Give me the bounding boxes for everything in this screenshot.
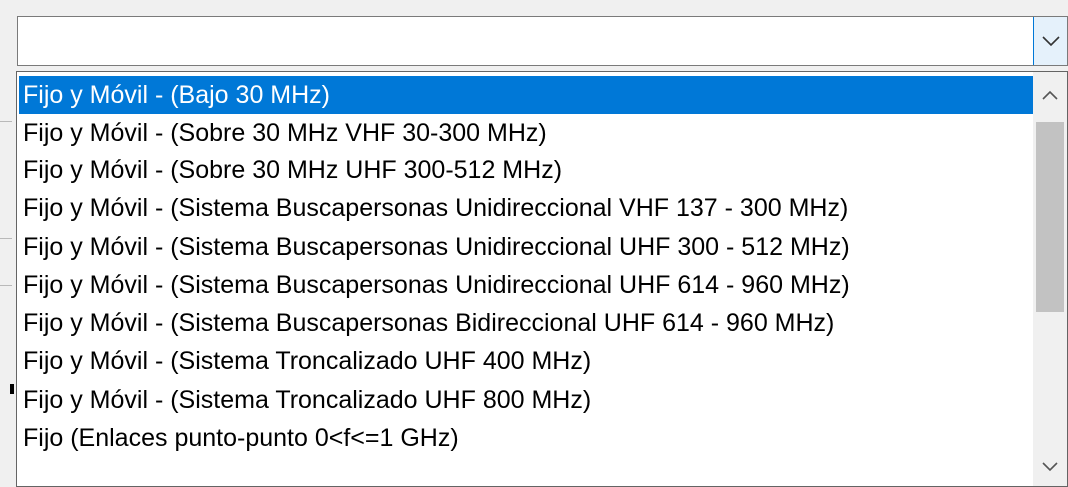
combo-dropdown-list[interactable]: Fijo y Móvil - (Bajo 30 MHz) Fijo y Móvil… <box>16 71 1068 487</box>
background-divider <box>0 238 12 239</box>
list-item[interactable]: Fijo y Móvil - (Sistema Troncalizado UHF… <box>19 381 1034 419</box>
background-divider <box>0 285 12 286</box>
background-mark <box>10 384 14 394</box>
frequency-band-combobox[interactable] <box>17 16 1068 66</box>
list-item-selected[interactable]: Fijo y Móvil - (Bajo 30 MHz) <box>19 76 1033 114</box>
list-item[interactable]: Fijo y Móvil - (Sistema Buscapersonas Un… <box>19 228 1034 266</box>
combo-dropdown-button[interactable] <box>1033 17 1067 65</box>
chevron-down-icon <box>1042 462 1058 472</box>
chevron-down-icon <box>1041 36 1060 47</box>
chevron-up-icon <box>1042 90 1058 100</box>
scroll-down-button[interactable] <box>1033 450 1067 484</box>
list-item[interactable]: Fijo y Móvil - (Sistema Troncalizado UHF… <box>19 342 1034 380</box>
list-item[interactable]: Fijo y Móvil - (Sistema Buscapersonas Un… <box>19 266 1034 304</box>
vertical-scrollbar[interactable] <box>1033 72 1067 486</box>
background-divider <box>0 121 12 122</box>
list-item[interactable]: Fijo y Móvil - (Sistema Buscapersonas Un… <box>19 189 1034 227</box>
list-item[interactable]: Fijo y Móvil - (Sobre 30 MHz VHF 30-300 … <box>19 114 1034 152</box>
options-list: Fijo y Móvil - (Bajo 30 MHz) Fijo y Móvil… <box>17 72 1035 486</box>
scroll-up-button[interactable] <box>1033 78 1067 112</box>
list-item[interactable]: Fijo y Móvil - (Sobre 30 MHz UHF 300-512… <box>19 151 1034 189</box>
list-item[interactable]: Fijo y Móvil - (Sistema Buscapersonas Bi… <box>19 304 1034 342</box>
list-item[interactable]: Fijo (Enlaces punto-punto 0<f<=1 GHz) <box>19 419 1034 457</box>
scrollbar-thumb[interactable] <box>1036 122 1064 312</box>
